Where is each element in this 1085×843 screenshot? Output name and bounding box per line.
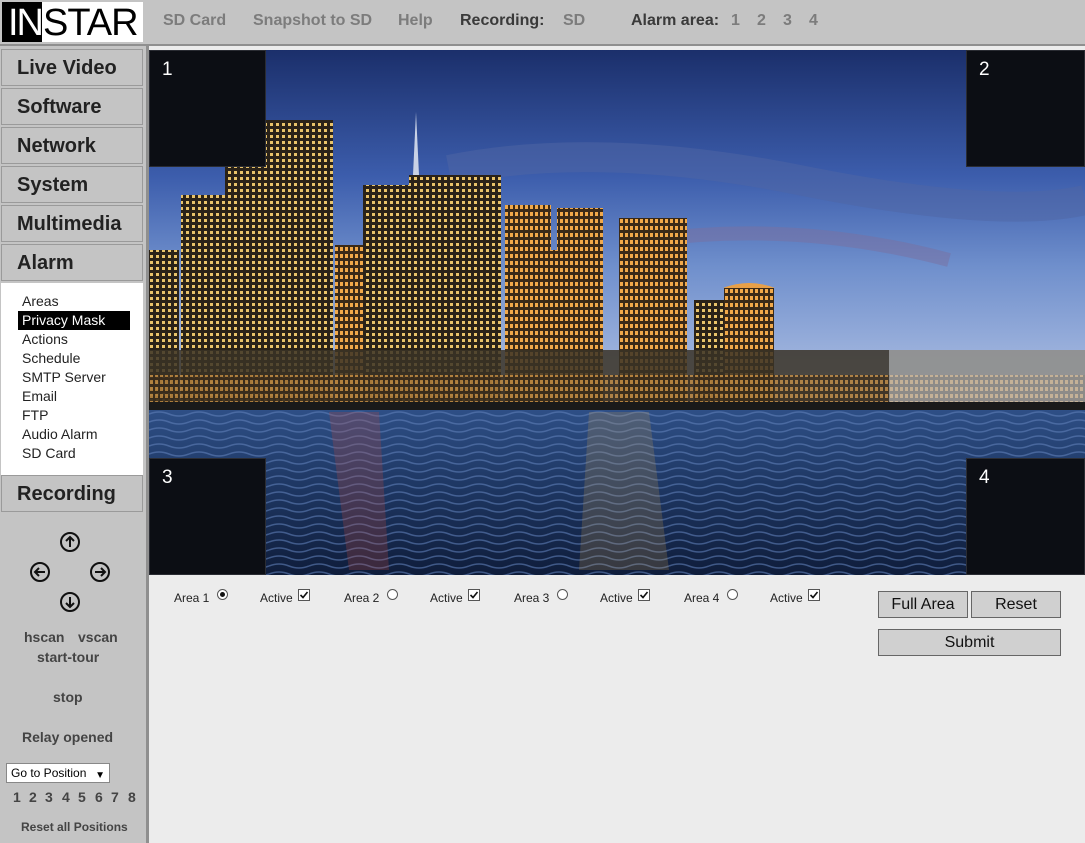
recording-label: Recording: — [460, 12, 545, 29]
mask-area-4[interactable]: 4 — [966, 458, 1085, 575]
reset-button[interactable]: Reset — [971, 591, 1061, 618]
mask-area-3-label: 3 — [162, 467, 173, 488]
position-3[interactable]: 3 — [45, 789, 53, 805]
submenu-privacy-mask[interactable]: Privacy Mask — [18, 311, 130, 330]
area-3-active-label: Active — [600, 591, 633, 605]
start-tour-button[interactable]: start-tour — [37, 649, 99, 665]
nav-recording-sd[interactable]: SD — [563, 12, 585, 30]
area-2-radio[interactable] — [387, 589, 398, 600]
city-skyline-image — [149, 50, 1085, 575]
alarm-area-label: Alarm area: — [631, 12, 720, 29]
video-stream: 1 2 3 4 — [149, 50, 1085, 575]
submenu-email[interactable]: Email — [18, 387, 130, 406]
submenu-sd-card[interactable]: SD Card — [18, 444, 130, 463]
area-3-radio[interactable] — [557, 589, 568, 600]
logo-text-in: IN — [2, 2, 44, 42]
full-area-button[interactable]: Full Area — [878, 591, 968, 618]
relay-toggle[interactable]: Relay opened — [22, 729, 113, 745]
menu-software[interactable]: Software — [1, 88, 143, 125]
stop-button[interactable]: stop — [53, 689, 83, 705]
mask-area-4-label: 4 — [979, 467, 990, 488]
menu-alarm[interactable]: Alarm — [1, 244, 143, 281]
submit-button[interactable]: Submit — [878, 629, 1061, 656]
position-4[interactable]: 4 — [62, 789, 70, 805]
area-2-active-checkbox[interactable] — [468, 589, 480, 601]
area-1-label: Area 1 — [174, 591, 210, 605]
alarm-submenu: Areas Privacy Mask Actions Schedule SMTP… — [1, 283, 143, 475]
submenu-actions[interactable]: Actions — [18, 330, 130, 349]
nav-alarm-area-1[interactable]: 1 — [731, 12, 740, 30]
submenu-ftp[interactable]: FTP — [18, 406, 130, 425]
menu-recording[interactable]: Recording — [1, 475, 143, 512]
go-to-position-select[interactable]: Go to Position ▼ — [6, 763, 110, 783]
area-4-label: Area 4 — [684, 591, 720, 605]
chevron-down-icon: ▼ — [95, 770, 105, 781]
arrow-right-icon[interactable] — [90, 562, 110, 582]
area-4-active-checkbox[interactable] — [808, 589, 820, 601]
instar-logo[interactable]: IN STAR — [2, 2, 143, 42]
top-bar: IN STAR SD Card Snapshot to SD Help Reco… — [0, 0, 1085, 46]
go-to-position-value: Go to Position — [11, 766, 87, 780]
arrow-down-icon[interactable] — [60, 592, 80, 612]
reset-all-positions-button[interactable]: Reset all Positions — [21, 820, 128, 834]
area-2-active-label: Active — [430, 591, 463, 605]
position-5[interactable]: 5 — [78, 789, 86, 805]
area-3-active-checkbox[interactable] — [638, 589, 650, 601]
area-4-radio[interactable] — [727, 589, 738, 600]
menu-network[interactable]: Network — [1, 127, 143, 164]
area-3-label: Area 3 — [514, 591, 550, 605]
submenu-areas[interactable]: Areas — [18, 292, 130, 311]
nav-alarm-area-4[interactable]: 4 — [809, 12, 818, 30]
logo-text-star: STAR — [43, 2, 139, 42]
position-6[interactable]: 6 — [95, 789, 103, 805]
nav-help[interactable]: Help — [398, 12, 433, 30]
position-2[interactable]: 2 — [29, 789, 37, 805]
menu-live-video[interactable]: Live Video — [1, 49, 143, 86]
vscan-button[interactable]: vscan — [78, 629, 118, 645]
sidebar: Live Video Software Network System Multi… — [0, 46, 149, 843]
submenu-audio-alarm[interactable]: Audio Alarm — [18, 425, 130, 444]
position-8[interactable]: 8 — [128, 789, 136, 805]
nav-sd-card[interactable]: SD Card — [163, 12, 226, 30]
area-2-label: Area 2 — [344, 591, 380, 605]
area-1-active-label: Active — [260, 591, 293, 605]
area-1-radio[interactable] — [217, 589, 228, 600]
nav-alarm-area-3[interactable]: 3 — [783, 12, 792, 30]
mask-area-1-label: 1 — [162, 59, 173, 80]
mask-area-3[interactable]: 3 — [149, 458, 266, 575]
submenu-schedule[interactable]: Schedule — [18, 349, 130, 368]
nav-snapshot-to-sd[interactable]: Snapshot to SD — [253, 12, 372, 30]
area-4-active-label: Active — [770, 591, 803, 605]
mask-area-2[interactable]: 2 — [966, 50, 1085, 167]
position-7[interactable]: 7 — [111, 789, 119, 805]
submenu-smtp-server[interactable]: SMTP Server — [18, 368, 130, 387]
arrow-left-icon[interactable] — [30, 562, 50, 582]
area-1-active-checkbox[interactable] — [298, 589, 310, 601]
hscan-button[interactable]: hscan — [24, 629, 64, 645]
nav-alarm-area-2[interactable]: 2 — [757, 12, 766, 30]
mask-area-1[interactable]: 1 — [149, 50, 266, 167]
arrow-up-icon[interactable] — [60, 532, 80, 552]
menu-multimedia[interactable]: Multimedia — [1, 205, 143, 242]
position-1[interactable]: 1 — [13, 789, 21, 805]
menu-system[interactable]: System — [1, 166, 143, 203]
mask-area-2-label: 2 — [979, 59, 990, 80]
